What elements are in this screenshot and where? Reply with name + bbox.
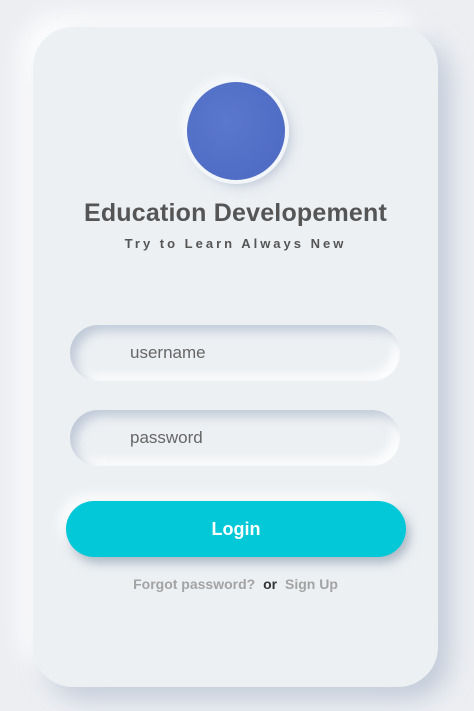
logo-circle-icon [187,82,285,180]
password-field [70,410,400,466]
app-title: Education Developement [83,199,388,227]
app-tagline: Try to Learn Always New [124,236,347,251]
username-input[interactable] [70,325,400,381]
or-separator: or [263,576,278,592]
footer-links: Forgot password? or Sign Up [33,576,438,592]
forgot-password-link[interactable]: Forgot password? [133,576,255,592]
sign-up-link[interactable]: Sign Up [285,576,338,592]
username-field [70,325,400,381]
password-input[interactable] [70,410,400,466]
login-button[interactable]: Login [66,501,406,557]
login-card: Education Developement Try to Learn Alwa… [33,27,438,687]
